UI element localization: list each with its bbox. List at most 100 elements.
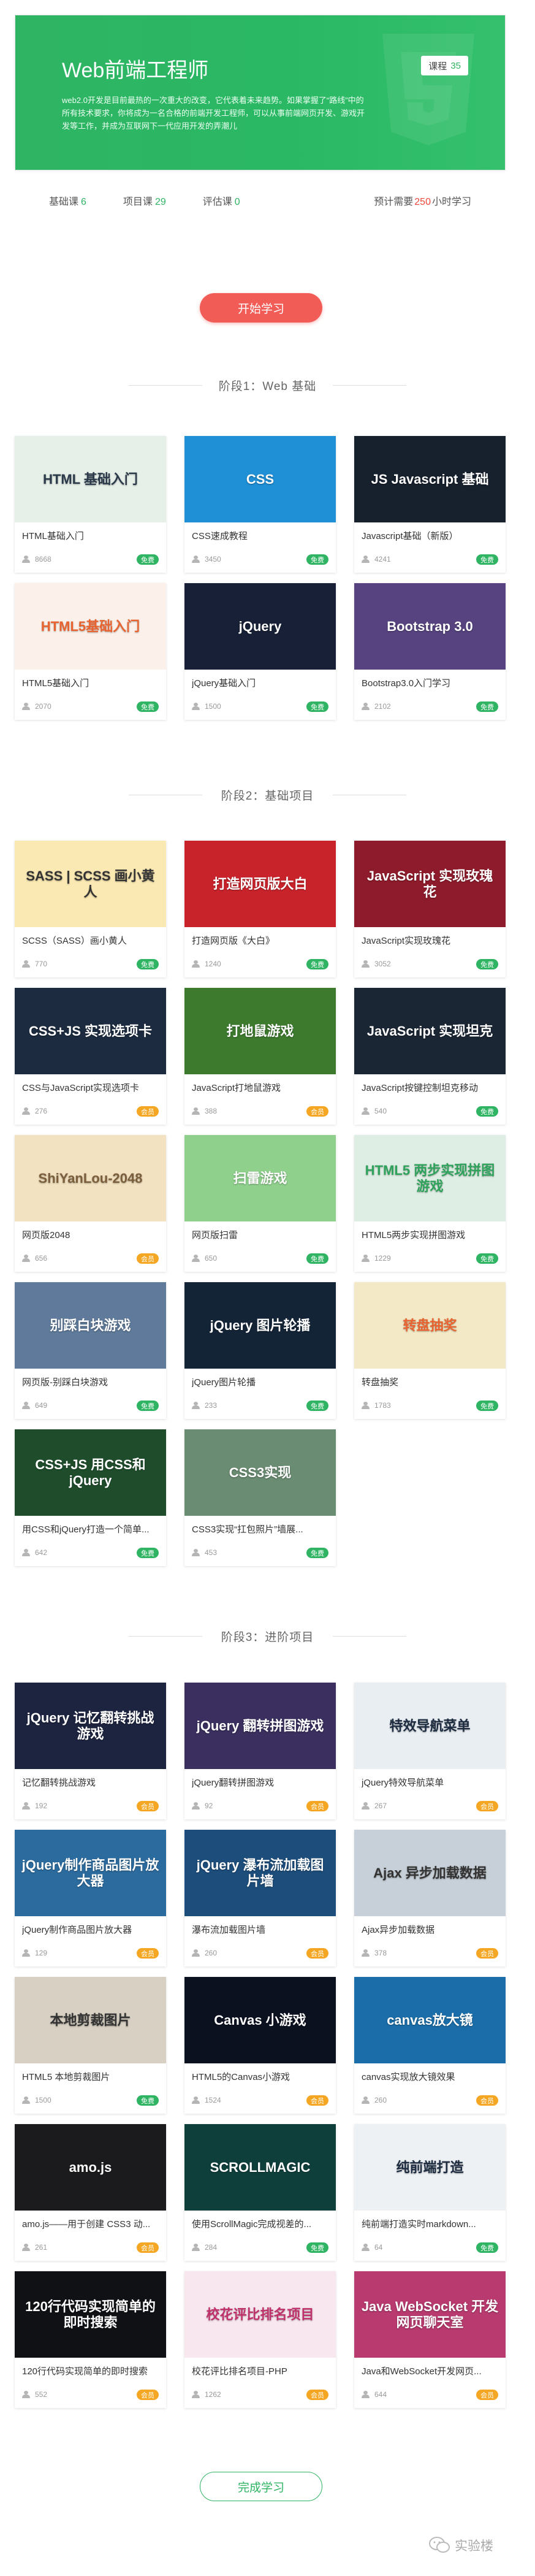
course-card[interactable]: Ajax 异步加载数据 Ajax异步加载数据 378 会员: [354, 1830, 506, 1966]
course-card[interactable]: JS Javascript 基础 Javascript基础（新版） 4241 免费: [354, 436, 506, 573]
course-title[interactable]: SCSS（SASS）画小黄人: [22, 934, 160, 947]
course-card[interactable]: 别踩白块游戏 网页版-别踩白块游戏 649 免费: [15, 1282, 166, 1419]
course-title[interactable]: JavaScript打地鼠游戏: [192, 1081, 330, 1094]
course-title[interactable]: CSS速成教程: [192, 529, 330, 542]
course-thumbnail[interactable]: Bootstrap 3.0: [354, 583, 506, 670]
course-title[interactable]: CSS与JavaScript实现选项卡: [22, 1081, 160, 1094]
start-learning-button[interactable]: 开始学习: [200, 293, 322, 323]
course-thumbnail[interactable]: jQuery 翻转拼图游戏: [184, 1683, 336, 1769]
course-title[interactable]: 120行代码实现简单的即时搜索: [22, 2364, 160, 2377]
course-card[interactable]: SCROLLMAGIC 使用ScrollMagic完成视差的... 284 免费: [184, 2124, 336, 2261]
course-thumbnail[interactable]: 扫雷游戏: [184, 1135, 336, 1221]
course-title[interactable]: HTML基础入门: [22, 529, 160, 542]
course-card[interactable]: JavaScript 实现玫瑰花 JavaScript实现玫瑰花 3052 免费: [354, 841, 506, 977]
course-card[interactable]: jQuery 翻转拼图游戏 jQuery翻转拼图游戏 92 会员: [184, 1683, 336, 1819]
course-title[interactable]: jQuery图片轮播: [192, 1375, 330, 1388]
course-thumbnail[interactable]: HTML 基础入门: [15, 436, 166, 522]
course-title[interactable]: 网页版扫雷: [192, 1228, 330, 1241]
course-card[interactable]: 特效导航菜单 jQuery特效导航菜单 267 会员: [354, 1683, 506, 1819]
course-thumbnail[interactable]: JavaScript 实现玫瑰花: [354, 841, 506, 927]
course-card[interactable]: HTML5基础入门 HTML5基础入门 2070 免费: [15, 583, 166, 720]
course-thumbnail[interactable]: jQuery制作商品图片放大器: [15, 1830, 166, 1916]
course-card[interactable]: 扫雷游戏 网页版扫雷 650 免费: [184, 1135, 336, 1272]
course-card[interactable]: Java WebSocket 开发网页聊天室 Java和WebSocket开发网页…: [354, 2271, 506, 2408]
course-card[interactable]: Canvas 小游戏 HTML5的Canvas小游戏 1524 会员: [184, 1977, 336, 2114]
course-thumbnail[interactable]: jQuery 图片轮播: [184, 1282, 336, 1369]
course-title[interactable]: HTML5 本地剪裁图片: [22, 2070, 160, 2083]
course-title[interactable]: 使用ScrollMagic完成视差的...: [192, 2217, 330, 2230]
course-card[interactable]: JavaScript 实现坦克 JavaScript按键控制坦克移动 540 免费: [354, 988, 506, 1125]
course-thumbnail[interactable]: 120行代码实现简单的即时搜索: [15, 2271, 166, 2358]
course-thumbnail[interactable]: 别踩白块游戏: [15, 1282, 166, 1369]
course-thumbnail[interactable]: SASS | SCSS 画小黄人: [15, 841, 166, 927]
course-thumbnail[interactable]: 本地剪裁图片: [15, 1977, 166, 2063]
course-title[interactable]: HTML5两步实现拼图游戏: [362, 1228, 499, 1241]
course-title[interactable]: CSS3实现“扛包照片”墙展...: [192, 1523, 330, 1535]
course-title[interactable]: jQuery特效导航菜单: [362, 1776, 499, 1789]
course-thumbnail[interactable]: JavaScript 实现坦克: [354, 988, 506, 1074]
course-title[interactable]: jQuery制作商品图片放大器: [22, 1923, 160, 1936]
course-thumbnail[interactable]: jQuery 瀑布流加载图片墙: [184, 1830, 336, 1916]
course-thumbnail[interactable]: 纯前端打造: [354, 2124, 506, 2211]
course-title[interactable]: 瀑布流加载图片墙: [192, 1923, 330, 1936]
course-card[interactable]: 纯前端打造 纯前端打造实时markdown... 64 免费: [354, 2124, 506, 2261]
course-thumbnail[interactable]: 打造网页版大白: [184, 841, 336, 927]
course-title[interactable]: Javascript基础（新版）: [362, 529, 499, 542]
course-title[interactable]: 纯前端打造实时markdown...: [362, 2217, 499, 2230]
course-title[interactable]: canvas实现放大镜效果: [362, 2070, 499, 2083]
finish-learning-button[interactable]: 完成学习: [200, 2472, 322, 2501]
course-card[interactable]: jQuery jQuery基础入门 1500 免费: [184, 583, 336, 720]
course-title[interactable]: jQuery翻转拼图游戏: [192, 1776, 330, 1789]
course-thumbnail[interactable]: 转盘抽奖: [354, 1282, 506, 1369]
course-title[interactable]: Bootstrap3.0入门学习: [362, 676, 499, 689]
course-title[interactable]: 记忆翻转挑战游戏: [22, 1776, 160, 1789]
course-title[interactable]: JavaScript按键控制坦克移动: [362, 1081, 499, 1094]
course-card[interactable]: ShiYanLou-2048 网页版2048 656 会员: [15, 1135, 166, 1272]
course-thumbnail[interactable]: HTML5基础入门: [15, 583, 166, 670]
course-title[interactable]: 校花评比排名项目-PHP: [192, 2364, 330, 2377]
course-title[interactable]: HTML5的Canvas小游戏: [192, 2070, 330, 2083]
course-thumbnail[interactable]: CSS3实现: [184, 1429, 336, 1516]
course-card[interactable]: CSS3实现 CSS3实现“扛包照片”墙展... 453 免费: [184, 1429, 336, 1566]
course-title[interactable]: HTML5基础入门: [22, 676, 160, 689]
course-thumbnail[interactable]: CSS+JS 实现选项卡: [15, 988, 166, 1074]
course-title[interactable]: 打造网页版《大白》: [192, 934, 330, 947]
course-thumbnail[interactable]: jQuery: [184, 583, 336, 670]
course-title[interactable]: 用CSS和jQuery打造一个简单...: [22, 1523, 160, 1535]
course-thumbnail[interactable]: amo.js: [15, 2124, 166, 2211]
course-title[interactable]: amo.js——用于创建 CSS3 动...: [22, 2217, 160, 2230]
course-card[interactable]: jQuery 记忆翻转挑战游戏 记忆翻转挑战游戏 192 会员: [15, 1683, 166, 1819]
course-card[interactable]: Bootstrap 3.0 Bootstrap3.0入门学习 2102 免费: [354, 583, 506, 720]
course-card[interactable]: 校花评比排名项目 校花评比排名项目-PHP 1262 会员: [184, 2271, 336, 2408]
course-thumbnail[interactable]: Ajax 异步加载数据: [354, 1830, 506, 1916]
course-card[interactable]: CSS+JS 实现选项卡 CSS与JavaScript实现选项卡 276 会员: [15, 988, 166, 1125]
course-card[interactable]: 打造网页版大白 打造网页版《大白》 1240 免费: [184, 841, 336, 977]
course-card[interactable]: HTML 基础入门 HTML基础入门 8668 免费: [15, 436, 166, 573]
course-thumbnail[interactable]: 打地鼠游戏: [184, 988, 336, 1074]
course-thumbnail[interactable]: CSS+JS 用CSS和jQuery: [15, 1429, 166, 1516]
course-title[interactable]: JavaScript实现玫瑰花: [362, 934, 499, 947]
course-thumbnail[interactable]: 校花评比排名项目: [184, 2271, 336, 2358]
course-card[interactable]: CSS+JS 用CSS和jQuery 用CSS和jQuery打造一个简单... 64…: [15, 1429, 166, 1566]
course-thumbnail[interactable]: canvas放大镜: [354, 1977, 506, 2063]
course-thumbnail[interactable]: SCROLLMAGIC: [184, 2124, 336, 2211]
course-title[interactable]: Java和WebSocket开发网页...: [362, 2364, 499, 2377]
course-card[interactable]: canvas放大镜 canvas实现放大镜效果 260 会员: [354, 1977, 506, 2114]
course-card[interactable]: jQuery制作商品图片放大器 jQuery制作商品图片放大器 129 会员: [15, 1830, 166, 1966]
course-title[interactable]: jQuery基础入门: [192, 676, 330, 689]
course-title[interactable]: Ajax异步加载数据: [362, 1923, 499, 1936]
course-thumbnail[interactable]: ShiYanLou-2048: [15, 1135, 166, 1221]
course-thumbnail[interactable]: Java WebSocket 开发网页聊天室: [354, 2271, 506, 2358]
course-thumbnail[interactable]: JS Javascript 基础: [354, 436, 506, 522]
course-title[interactable]: 转盘抽奖: [362, 1375, 499, 1388]
course-card[interactable]: 本地剪裁图片 HTML5 本地剪裁图片 1500 免费: [15, 1977, 166, 2114]
course-card[interactable]: jQuery 图片轮播 jQuery图片轮播 233 免费: [184, 1282, 336, 1419]
course-card[interactable]: amo.js amo.js——用于创建 CSS3 动... 261 会员: [15, 2124, 166, 2261]
course-thumbnail[interactable]: CSS: [184, 436, 336, 522]
course-title[interactable]: 网页版2048: [22, 1228, 160, 1241]
course-card[interactable]: SASS | SCSS 画小黄人 SCSS（SASS）画小黄人 770 免费: [15, 841, 166, 977]
course-title[interactable]: 网页版-别踩白块游戏: [22, 1375, 160, 1388]
course-thumbnail[interactable]: Canvas 小游戏: [184, 1977, 336, 2063]
course-card[interactable]: jQuery 瀑布流加载图片墙 瀑布流加载图片墙 260 会员: [184, 1830, 336, 1966]
course-card[interactable]: CSS CSS速成教程 3450 免费: [184, 436, 336, 573]
